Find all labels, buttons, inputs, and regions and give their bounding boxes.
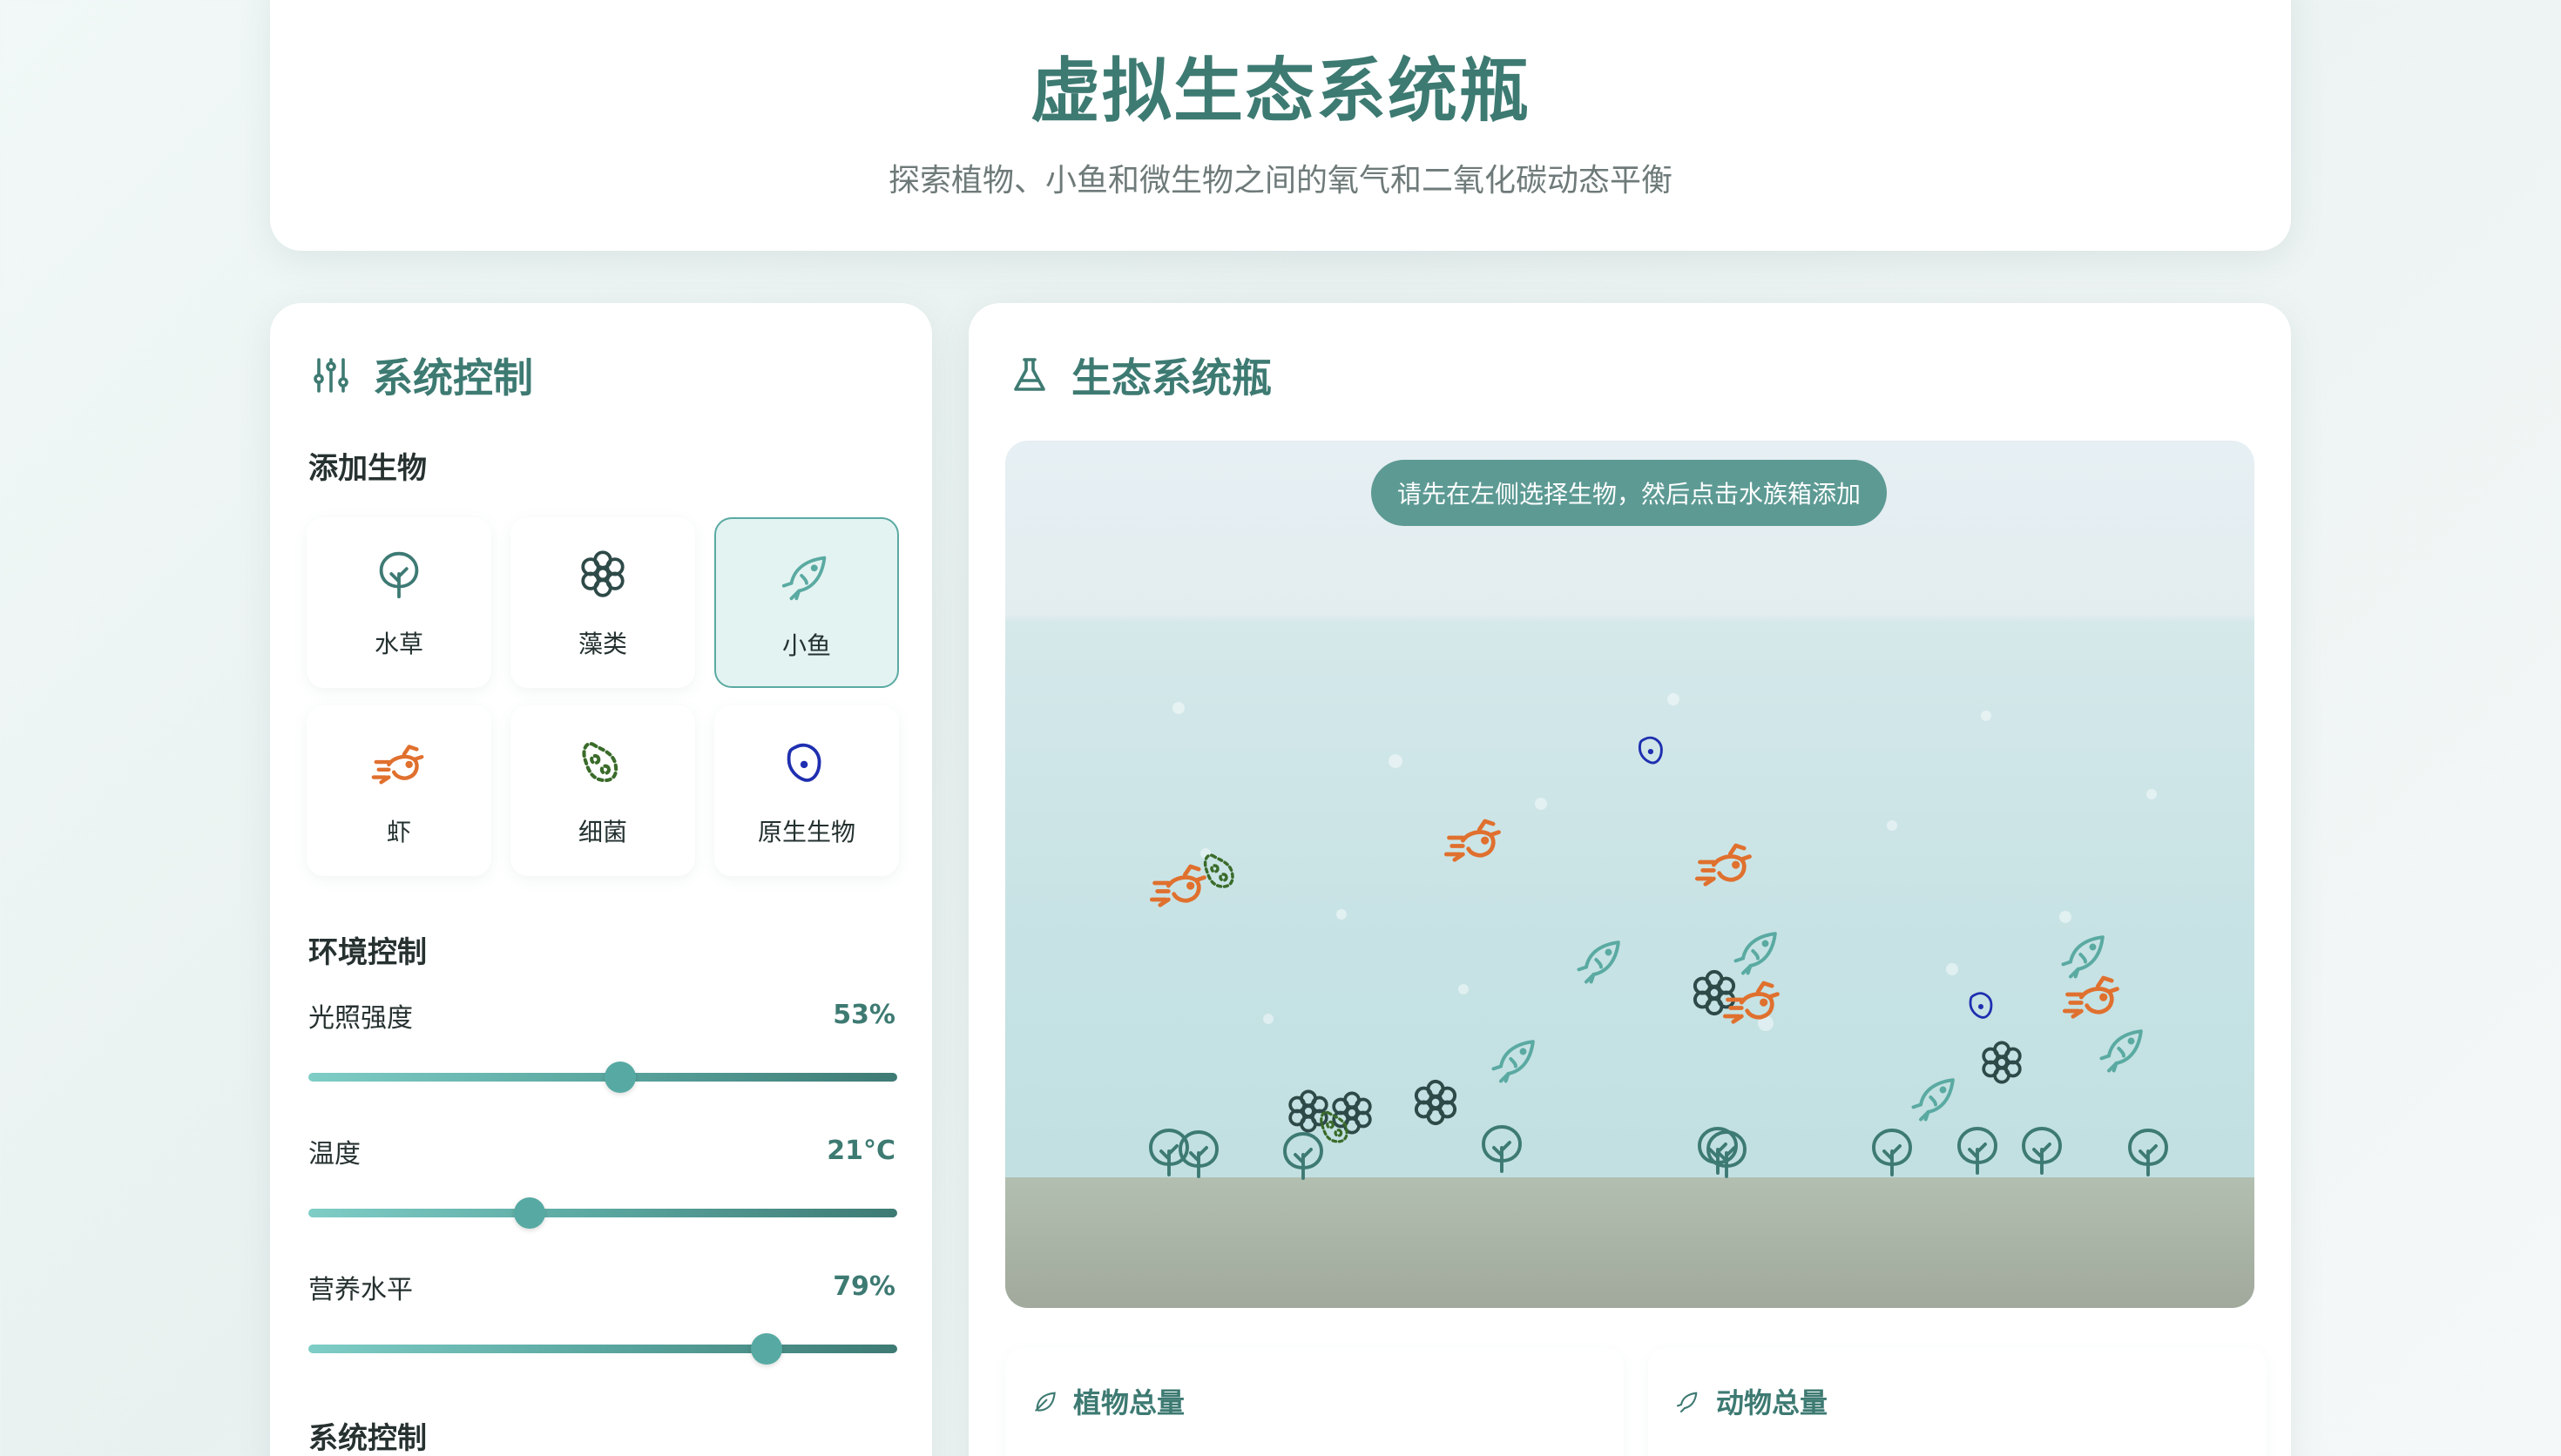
organism-tile-shrimp[interactable]: 虾 (307, 705, 491, 876)
plant-icon (1872, 1129, 1912, 1176)
protozoa-icon (787, 743, 821, 782)
animal-total-card: 动物总量 (1648, 1348, 2267, 1456)
aquarium-sand (1005, 1177, 2254, 1308)
bacteria-icon (582, 742, 618, 783)
organism-tile-protozoa[interactable]: 原生生物 (714, 705, 899, 876)
light-slider-thumb[interactable] (605, 1062, 637, 1093)
control-panel-header: 系统控制 (310, 347, 533, 404)
light-slider[interactable] (308, 1062, 897, 1093)
bubble (2146, 789, 2157, 799)
plant-icon (1706, 1130, 1747, 1178)
control-panel: 系统控制 添加生物 水草 藻类 小鱼 虾 细菌 原生生物 环境控制 光照强度 5… (270, 303, 932, 1456)
shrimp-icon (371, 745, 424, 785)
organism-tile-bacteria[interactable]: 细菌 (510, 705, 695, 876)
bubble (1887, 820, 1897, 831)
bubble (1389, 754, 1402, 768)
plant-total-card: 植物总量 (1005, 1348, 1624, 1456)
flower-icon (1982, 1041, 2022, 1084)
organism-label: 小鱼 (781, 631, 831, 660)
fish-icon (2099, 1029, 2143, 1073)
fish-icon (1911, 1078, 1955, 1122)
flask-icon (1014, 358, 1045, 391)
animal-total-header: 动物总量 (1674, 1381, 1828, 1421)
plant-total-label: 植物总量 (1073, 1386, 1186, 1419)
protozoa-icon (1969, 992, 1993, 1019)
organism-label: 藻类 (578, 630, 627, 658)
flower-icon (581, 550, 625, 597)
organism-tile-plant[interactable]: 水草 (307, 517, 491, 688)
bubble (1172, 702, 1185, 714)
ecosystem-panel: 生态系统瓶 请先在左侧选择生物，然后点击水族箱添加 植物总量 动物总量 (969, 303, 2291, 1456)
light-slider-value: 53% (833, 1000, 895, 1030)
bubble (1981, 711, 1991, 721)
page-subtitle: 探索植物、小鱼和微生物之间的氧气和二氧化碳动态平衡 (888, 163, 1672, 199)
add-organism-heading: 添加生物 (308, 451, 427, 486)
organism-tile-fish[interactable]: 小鱼 (714, 517, 899, 688)
organism-label: 水草 (374, 630, 423, 658)
temperature-slider-label: 温度 (308, 1139, 361, 1170)
plant-icon (1482, 1125, 1522, 1173)
leaf-icon (1035, 1392, 1056, 1412)
plant-total-header: 植物总量 (1031, 1381, 1185, 1421)
bacteria-icon (1320, 1110, 1348, 1143)
light-slider-label: 光照强度 (308, 1003, 413, 1034)
temperature-slider-value: 21°C (827, 1136, 895, 1166)
fish-icon (1491, 1040, 1535, 1083)
bubble (1535, 798, 1547, 810)
fish-icon (1676, 1392, 1698, 1413)
aquarium[interactable]: 请先在左侧选择生物，然后点击水族箱添加 (1005, 441, 2254, 1308)
bubble (1458, 984, 1469, 994)
nutrient-slider-thumb[interactable] (750, 1333, 782, 1365)
control-panel-title: 系统控制 (373, 354, 533, 401)
organism-label: 细菌 (578, 818, 627, 846)
organism-label: 虾 (386, 818, 411, 846)
plant-icon (1957, 1127, 1997, 1175)
sliders-icon (314, 358, 348, 393)
temperature-slider[interactable] (308, 1197, 897, 1229)
organism-label: 原生生物 (757, 818, 855, 846)
protozoa-icon (1638, 736, 1663, 765)
organism-tile-algae[interactable]: 藻类 (510, 517, 695, 688)
plant-icon (2128, 1129, 2168, 1176)
nutrient-slider[interactable] (308, 1333, 897, 1365)
ecosystem-panel-header: 生态系统瓶 (1009, 347, 1272, 404)
temperature-slider-thumb[interactable] (513, 1197, 545, 1229)
header-card: 虚拟生态系统瓶 探索植物、小鱼和微生物之间的氧气和二氧化碳动态平衡 (270, 0, 2291, 251)
aquarium-hint: 请先在左侧选择生物，然后点击水族箱添加 (1371, 460, 1888, 526)
bubble (1263, 1014, 1274, 1024)
page-title: 虚拟生态系统瓶 (1030, 51, 1531, 131)
ecosystem-panel-title: 生态系统瓶 (1071, 354, 1272, 401)
animal-total-label: 动物总量 (1716, 1386, 1828, 1419)
fish-icon (1733, 932, 1777, 975)
plant-icon (2022, 1127, 2062, 1175)
nutrient-slider-label: 营养水平 (308, 1275, 413, 1305)
flower-icon (1414, 1079, 1457, 1126)
fish-icon (781, 556, 827, 601)
plant-icon (379, 551, 419, 599)
fish-icon (2061, 935, 2105, 979)
plant-icon (1179, 1130, 1219, 1178)
bubble (1667, 693, 1679, 705)
shrimp-icon (1443, 819, 1501, 862)
shrimp-icon (1149, 864, 1206, 907)
system-control-heading: 系统控制 (308, 1421, 427, 1456)
shrimp-icon (1694, 843, 1752, 886)
env-control-heading: 环境控制 (308, 935, 427, 970)
bubble (1946, 963, 1958, 975)
bubble (1336, 909, 1347, 920)
bubble (2059, 911, 2071, 923)
nutrient-slider-value: 79% (833, 1271, 895, 1302)
fish-icon (1577, 940, 1620, 984)
